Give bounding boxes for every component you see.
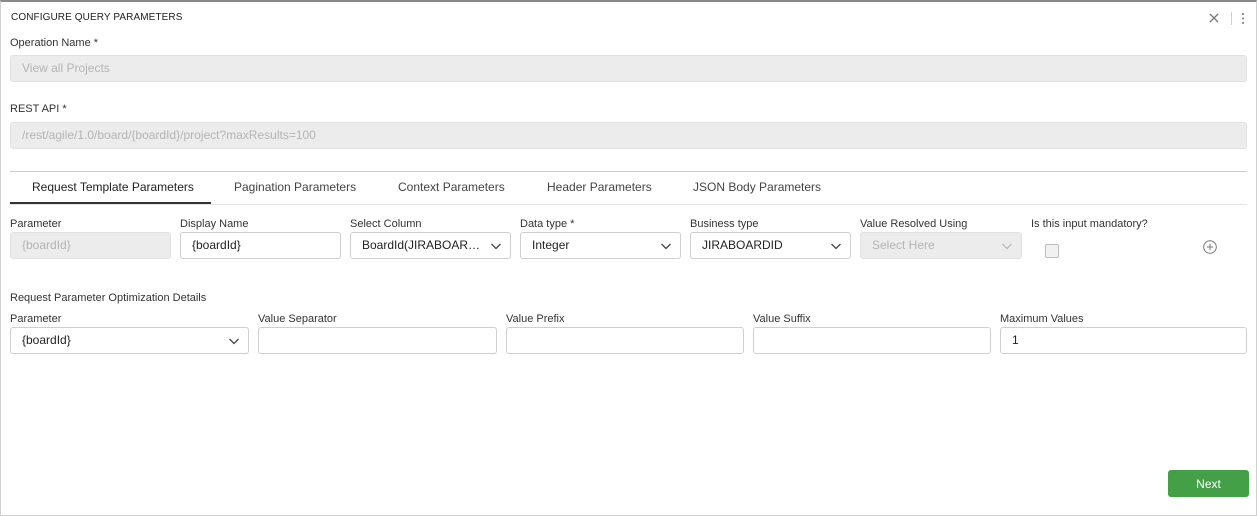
- active-tab-indicator: [10, 202, 211, 204]
- data-type-column-header: Data type *: [520, 218, 575, 230]
- select-column-column-header: Select Column: [350, 218, 422, 230]
- opt-parameter-header: Parameter: [10, 313, 62, 325]
- dialog-title: CONFIGURE QUERY PARAMETERS: [11, 12, 183, 23]
- value-separator-input[interactable]: [258, 327, 497, 354]
- tab-bar-border: [10, 204, 1247, 205]
- tab-request-template-parameters[interactable]: Request Template Parameters: [32, 180, 194, 194]
- parameter-field: {boardId}: [10, 232, 171, 259]
- select-column-dropdown[interactable]: BoardId(JIRABOARDID): [350, 232, 511, 259]
- value-prefix-header: Value Prefix: [506, 313, 565, 325]
- header-divider: [1231, 12, 1232, 25]
- value-suffix-input[interactable]: [753, 327, 991, 354]
- tab-pagination-parameters[interactable]: Pagination Parameters: [234, 180, 356, 194]
- opt-parameter-dropdown[interactable]: {boardId}: [10, 327, 249, 354]
- business-type-column-header: Business type: [690, 218, 759, 230]
- chevron-down-icon: [229, 338, 239, 345]
- tab-context-parameters[interactable]: Context Parameters: [398, 180, 505, 194]
- data-type-value: Integer: [532, 238, 570, 252]
- display-name-column-header: Display Name: [180, 218, 249, 230]
- maximum-values-input[interactable]: 1: [1000, 327, 1247, 354]
- more-vertical-icon[interactable]: [1238, 11, 1248, 26]
- value-suffix-header: Value Suffix: [753, 313, 811, 325]
- close-icon[interactable]: [1207, 11, 1221, 25]
- value-separator-header: Value Separator: [258, 313, 337, 325]
- rest-api-label: REST API *: [10, 103, 67, 115]
- chevron-down-icon: [1002, 243, 1012, 250]
- data-type-dropdown[interactable]: Integer: [520, 232, 681, 259]
- operation-name-label: Operation Name *: [10, 37, 99, 49]
- chevron-down-icon: [661, 243, 671, 250]
- parameter-column-header: Parameter: [10, 218, 62, 230]
- next-button[interactable]: Next: [1168, 470, 1249, 497]
- business-type-dropdown[interactable]: JIRABOARDID: [690, 232, 851, 259]
- business-type-value: JIRABOARDID: [702, 238, 783, 252]
- select-column-value: BoardId(JIRABOARDID): [362, 238, 493, 252]
- value-resolved-using-placeholder: Select Here: [872, 238, 935, 252]
- add-circle-icon[interactable]: [1202, 239, 1218, 255]
- chevron-down-icon: [491, 243, 501, 250]
- tab-json-body-parameters[interactable]: JSON Body Parameters: [693, 180, 821, 194]
- chevron-down-icon: [831, 243, 841, 250]
- value-prefix-input[interactable]: [506, 327, 744, 354]
- display-name-input[interactable]: {boardId}: [180, 232, 341, 259]
- mandatory-column-header: Is this input mandatory?: [1031, 218, 1148, 230]
- optimization-section-title: Request Parameter Optimization Details: [10, 292, 207, 304]
- maximum-values-header: Maximum Values: [1000, 313, 1084, 325]
- opt-parameter-value: {boardId}: [22, 333, 71, 347]
- value-resolved-using-dropdown: Select Here: [860, 232, 1022, 259]
- operation-name-field: View all Projects: [10, 55, 1247, 82]
- section-divider: [10, 171, 1247, 172]
- rest-api-field: /rest/agile/1.0/board/{boardId}/project?…: [10, 122, 1247, 149]
- value-resolved-using-column-header: Value Resolved Using: [860, 218, 968, 230]
- tab-header-parameters[interactable]: Header Parameters: [547, 180, 652, 194]
- mandatory-checkbox[interactable]: [1045, 244, 1059, 258]
- configure-query-parameters-dialog: CONFIGURE QUERY PARAMETERS Operation Nam…: [0, 0, 1257, 516]
